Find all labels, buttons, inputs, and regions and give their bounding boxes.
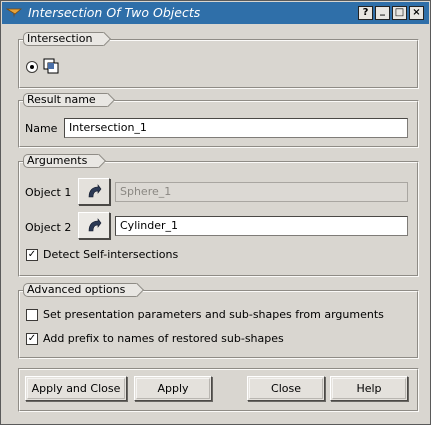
close-title-button[interactable]: × [409,6,424,20]
result-name-group-label: Result name [23,93,108,107]
advanced-options-group [18,290,419,359]
arrow-select-icon [88,183,102,197]
check-icon: ✓ [27,333,37,344]
intersection-group [18,39,419,89]
detect-self-intersections-label: Detect Self-intersections [43,248,179,261]
arrow-select-icon [88,217,102,231]
window-title: Intersection Of Two Objects [28,5,201,20]
object2-label: Object 2 [25,221,72,234]
maximize-button[interactable]: □ [392,6,407,20]
name-label: Name [25,122,58,135]
help-button[interactable]: Help [330,376,408,401]
help-label: Help [356,382,382,395]
add-prefix-checkbox[interactable]: ✓ [26,333,38,345]
intersection-group-label: Intersection [23,32,105,46]
intersection-icon [43,58,59,74]
detect-self-intersections-checkbox[interactable]: ✓ [26,249,38,261]
apply-button[interactable]: Apply [134,376,212,401]
apply-and-close-button[interactable]: Apply and Close [25,376,127,401]
advanced-options-group-label: Advanced options [23,283,138,297]
object1-select-button[interactable] [78,178,110,205]
object2-input[interactable]: Cylinder_1 [115,216,408,236]
apply-and-close-label: Apply and Close [31,382,121,395]
object1-input[interactable]: Sphere_1 [115,182,408,202]
maximize-icon: □ [394,7,405,18]
title-bar[interactable]: Intersection Of Two Objects ? _ □ × [2,2,429,24]
object2-select-button[interactable] [78,212,110,239]
intersection-radio[interactable] [26,61,38,73]
object1-label: Object 1 [25,186,72,199]
apply-label: Apply [157,382,189,395]
question-icon: ? [362,7,369,18]
close-icon: × [412,7,421,18]
help-title-button[interactable]: ? [358,6,373,20]
app-icon [6,8,22,18]
dialog-window: Intersection Of Two Objects ? _ □ × Inte… [0,0,431,425]
add-prefix-label: Add prefix to names of restored sub-shap… [43,332,284,345]
result-name-input[interactable]: Intersection_1 [64,118,408,138]
minimize-icon: _ [380,5,385,16]
check-icon: ✓ [27,249,37,260]
set-presentation-label: Set presentation parameters and sub-shap… [43,308,384,321]
close-button[interactable]: Close [247,376,325,401]
close-label: Close [271,382,301,395]
set-presentation-checkbox[interactable] [26,309,38,321]
minimize-button[interactable]: _ [375,6,390,20]
arguments-group-label: Arguments [23,154,100,168]
